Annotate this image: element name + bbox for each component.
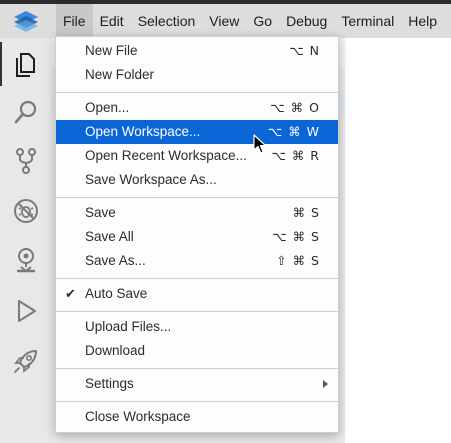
menu-file[interactable]: File bbox=[56, 4, 93, 38]
menu-item-shortcut: ⌥ ⌘ W bbox=[267, 124, 320, 139]
menu-item-label: Close Workspace bbox=[85, 409, 191, 424]
menu-selection[interactable]: Selection bbox=[131, 4, 203, 38]
menu-item-save-as[interactable]: Save As... ⇧ ⌘ S bbox=[56, 249, 338, 273]
menu-item-shortcut: ⌥ N bbox=[289, 43, 320, 58]
menu-separator bbox=[56, 278, 338, 279]
menu-item-label: Download bbox=[85, 343, 146, 358]
menu-item-label: Save Workspace As... bbox=[85, 172, 217, 187]
remote-icon[interactable] bbox=[0, 238, 52, 282]
menu-item-download[interactable]: Download bbox=[56, 339, 338, 363]
menu-separator bbox=[56, 401, 338, 402]
deploy-icon[interactable] bbox=[0, 339, 52, 383]
menu-item-label: Settings bbox=[85, 376, 134, 391]
menu-terminal[interactable]: Terminal bbox=[334, 4, 401, 38]
debug-icon[interactable] bbox=[0, 189, 52, 233]
explorer-icon[interactable] bbox=[0, 42, 52, 86]
menu-debug[interactable]: Debug bbox=[279, 4, 334, 38]
menu-item-shortcut: ⌥ ⌘ S bbox=[272, 229, 320, 244]
menu-item-label: Upload Files... bbox=[85, 319, 172, 334]
menu-item-label: Open Workspace... bbox=[85, 124, 201, 139]
menu-item-label: Save bbox=[85, 205, 116, 220]
activity-bar bbox=[0, 38, 52, 443]
menu-view[interactable]: View bbox=[202, 4, 246, 38]
menu-item-label: Save All bbox=[85, 229, 134, 244]
menu-separator bbox=[56, 368, 338, 369]
source-control-icon[interactable] bbox=[0, 139, 52, 183]
menu-bar: File Edit Selection View Go Debug Termin… bbox=[56, 4, 444, 38]
mouse-pointer-icon bbox=[253, 134, 267, 154]
menu-go[interactable]: Go bbox=[246, 4, 279, 38]
menu-item-settings[interactable]: Settings bbox=[56, 372, 338, 396]
menu-item-label: Open Recent Workspace... bbox=[85, 148, 247, 163]
menu-item-close-workspace[interactable]: Close Workspace bbox=[56, 405, 338, 429]
menu-item-save-all[interactable]: Save All ⌥ ⌘ S bbox=[56, 225, 338, 249]
menu-separator bbox=[56, 197, 338, 198]
editor-area[interactable] bbox=[345, 38, 451, 443]
menu-item-save[interactable]: Save ⌘ S bbox=[56, 201, 338, 225]
ide-window: File Edit Selection View Go Debug Termin… bbox=[0, 0, 451, 443]
menu-edit[interactable]: Edit bbox=[93, 4, 131, 38]
menu-separator bbox=[56, 311, 338, 312]
menu-item-save-workspace-as[interactable]: Save Workspace As... bbox=[56, 168, 338, 192]
menu-item-open[interactable]: Open... ⌥ ⌘ O bbox=[56, 96, 338, 120]
menu-item-label: Save As... bbox=[85, 253, 146, 268]
search-icon[interactable] bbox=[0, 90, 52, 134]
menu-item-auto-save[interactable]: ✔ Auto Save bbox=[56, 282, 338, 306]
menu-separator bbox=[56, 92, 338, 93]
app-logo-icon[interactable] bbox=[13, 10, 39, 32]
file-menu-dropdown: New File ⌥ N New Folder Open... ⌥ ⌘ O Op… bbox=[55, 36, 339, 433]
menu-item-open-workspace[interactable]: Open Workspace... ⌥ ⌘ W bbox=[56, 120, 338, 144]
checkmark-icon: ✔ bbox=[65, 286, 76, 301]
menu-item-new-file[interactable]: New File ⌥ N bbox=[56, 39, 338, 63]
menu-item-shortcut: ⌥ ⌘ O bbox=[270, 100, 320, 115]
menu-help[interactable]: Help bbox=[401, 4, 444, 38]
menu-item-label: New Folder bbox=[85, 67, 155, 82]
menu-item-new-folder[interactable]: New Folder bbox=[56, 63, 338, 87]
menu-item-shortcut: ⌥ ⌘ R bbox=[271, 148, 320, 163]
menu-item-open-recent-workspace[interactable]: Open Recent Workspace... ⌥ ⌘ R bbox=[56, 144, 338, 168]
run-icon[interactable] bbox=[0, 289, 52, 333]
menu-item-shortcut: ⌘ S bbox=[292, 205, 320, 220]
menu-item-label: Open... bbox=[85, 100, 130, 115]
menu-item-shortcut: ⇧ ⌘ S bbox=[276, 253, 320, 268]
submenu-arrow-icon bbox=[323, 380, 328, 388]
menu-item-upload-files[interactable]: Upload Files... bbox=[56, 315, 338, 339]
menu-item-label: Auto Save bbox=[85, 286, 148, 301]
menu-item-label: New File bbox=[85, 43, 138, 58]
